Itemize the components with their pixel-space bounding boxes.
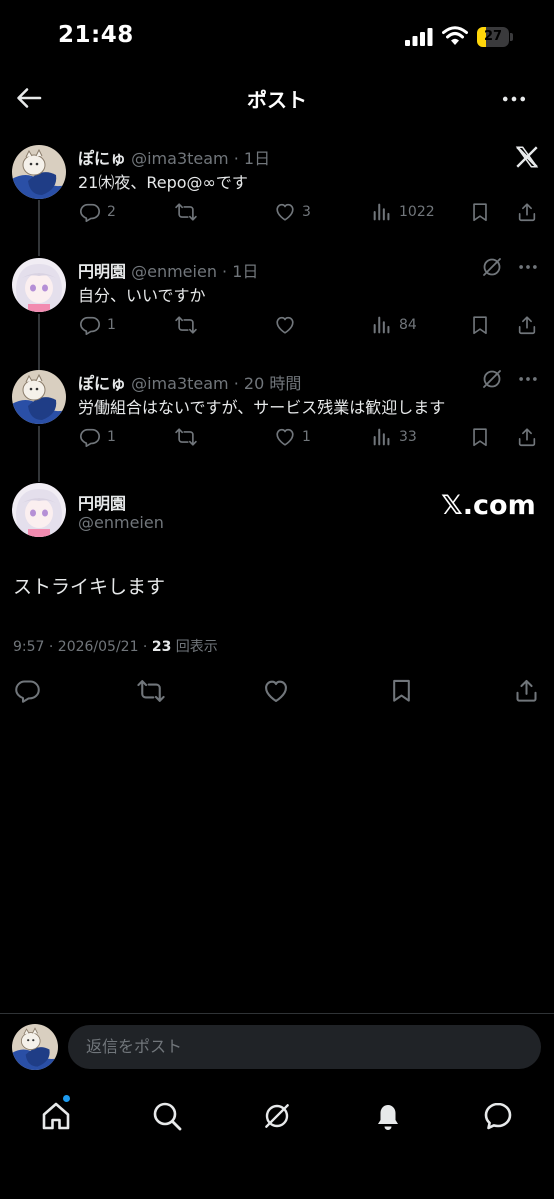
more-options-icon[interactable] (517, 255, 539, 279)
like-button[interactable]: 3 (274, 201, 311, 223)
thread-line (38, 426, 40, 482)
search-icon[interactable] (151, 1100, 183, 1132)
signal-icon (405, 28, 433, 46)
post-author-line: ぽにゅ @ima3team · 20 時間 (78, 370, 301, 394)
thread-line (38, 314, 40, 370)
status-time: 21:48 (58, 22, 134, 48)
messages-icon[interactable] (482, 1100, 514, 1132)
x-com-watermark: 𝕏.com (441, 490, 536, 521)
more-options-icon[interactable] (500, 85, 528, 113)
post-text: ストライキします (13, 576, 166, 598)
reply-button[interactable]: 2 (79, 201, 116, 223)
share-button[interactable] (516, 426, 538, 448)
home-notification-dot (62, 1094, 71, 1103)
view-label: 回表示 (171, 639, 218, 655)
author-name[interactable]: 円明園 (78, 490, 126, 514)
author-meta: @ima3team · 20 時間 (131, 374, 302, 393)
bookmark-icon[interactable] (388, 677, 415, 704)
view-count: 1022 (399, 204, 435, 220)
author-name[interactable]: ぽにゅ (78, 149, 126, 168)
view-count: 84 (399, 317, 417, 333)
battery-icon: 27 (477, 27, 513, 47)
view-count: 23 (151, 639, 172, 655)
reply-button[interactable]: 1 (79, 426, 116, 448)
home-icon[interactable] (40, 1100, 72, 1132)
share-button[interactable] (516, 201, 538, 223)
repost-icon[interactable] (137, 677, 165, 705)
reply-icon[interactable] (14, 677, 41, 704)
post-author-line: ぽにゅ @ima3team · 1日 (78, 145, 270, 169)
views-button[interactable]: 84 (371, 314, 417, 336)
avatar[interactable] (12, 483, 66, 537)
views-button[interactable]: 1022 (371, 201, 435, 223)
heart-icon[interactable] (262, 677, 290, 705)
grok-icon[interactable] (480, 255, 504, 279)
divider (0, 1013, 554, 1014)
views-button[interactable]: 33 (371, 426, 417, 448)
post-text: 21㈭夜、Repo@∞です (78, 173, 248, 192)
share-icon[interactable] (513, 677, 540, 704)
battery-level: 27 (483, 29, 503, 44)
more-options-icon[interactable] (517, 367, 539, 391)
post-author-line: 円明園 @enmeien · 1日 (78, 258, 258, 282)
post-text: 自分、いいですか (78, 286, 206, 305)
reply-count: 1 (107, 317, 116, 333)
like-count: 1 (302, 429, 311, 445)
reply-count: 1 (107, 429, 116, 445)
repost-button[interactable] (175, 426, 203, 448)
reply-input[interactable]: 返信をポスト (68, 1025, 541, 1069)
avatar[interactable] (12, 258, 66, 312)
page-title: ポスト (247, 88, 307, 112)
x-logo-icon (514, 144, 540, 170)
avatar[interactable] (12, 370, 66, 424)
share-button[interactable] (516, 314, 538, 336)
timestamp-text: 9:57 · 2026/05/21 · (13, 639, 152, 655)
like-button[interactable]: 1 (274, 426, 311, 448)
avatar[interactable] (12, 145, 66, 199)
wifi-icon (442, 26, 468, 45)
grok-icon[interactable] (480, 367, 504, 391)
reply-count: 2 (107, 204, 116, 220)
bookmark-button[interactable] (469, 314, 491, 336)
repost-button[interactable] (175, 201, 203, 223)
like-count: 3 (302, 204, 311, 220)
author-name[interactable]: ぽにゅ (78, 374, 126, 393)
bookmark-button[interactable] (469, 426, 491, 448)
like-button[interactable] (274, 314, 302, 336)
bell-icon[interactable] (372, 1100, 404, 1132)
grok-icon[interactable] (261, 1100, 293, 1132)
author-meta: @ima3team · 1日 (131, 149, 271, 168)
avatar (12, 1024, 58, 1070)
reply-button[interactable]: 1 (79, 314, 116, 336)
author-name[interactable]: 円明園 (78, 262, 126, 281)
post-text: 労働組合はないですが、サービス残業は歓迎します (78, 398, 446, 417)
view-count: 33 (399, 429, 417, 445)
repost-button[interactable] (175, 314, 203, 336)
thread-line (38, 200, 40, 256)
author-handle[interactable]: @enmeien (78, 513, 164, 532)
author-meta: @enmeien · 1日 (131, 262, 259, 281)
bookmark-button[interactable] (469, 201, 491, 223)
post-timestamp: 9:57 · 2026/05/21 · 23 回表示 (13, 636, 218, 656)
